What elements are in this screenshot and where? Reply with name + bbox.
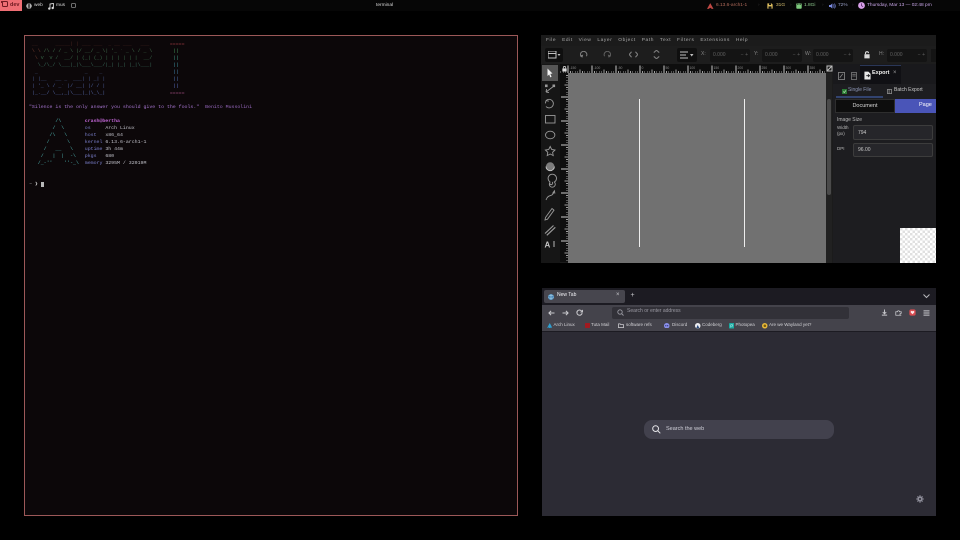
svg-text:-50: -50 xyxy=(618,66,623,70)
svg-text:100: 100 xyxy=(690,66,696,70)
svg-text:-100: -100 xyxy=(594,66,601,70)
svg-text:300: 300 xyxy=(786,66,792,70)
svg-text:P: P xyxy=(730,323,733,328)
svg-text:200: 200 xyxy=(738,66,744,70)
svg-text:350: 350 xyxy=(810,66,816,70)
svg-text:250: 250 xyxy=(762,66,768,70)
svg-text:0: 0 xyxy=(642,66,644,70)
svg-text:A: A xyxy=(545,241,551,250)
svg-text:-150: -150 xyxy=(570,66,577,70)
svg-text:150: 150 xyxy=(714,66,720,70)
svg-text:50: 50 xyxy=(666,66,670,70)
